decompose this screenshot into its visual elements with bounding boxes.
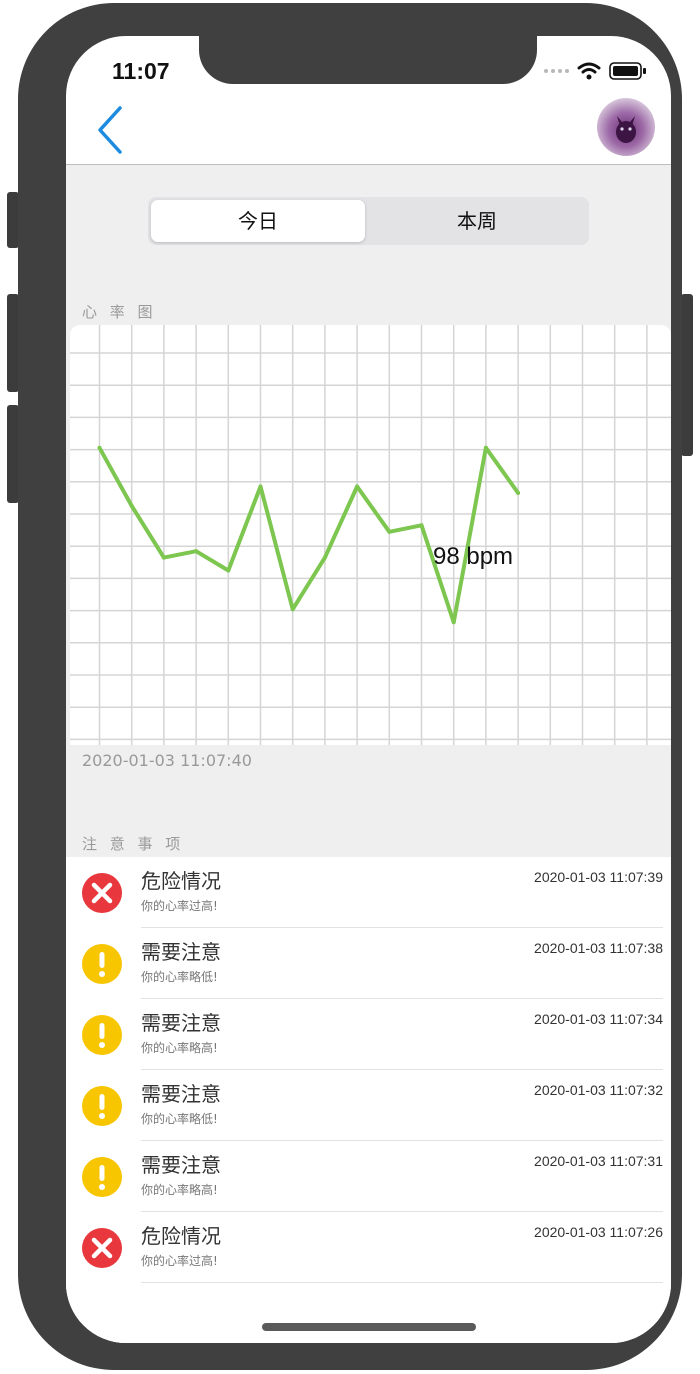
- data-point: [290, 607, 295, 612]
- signal-icon: [544, 69, 569, 73]
- heart-rate-line: [97, 445, 520, 625]
- main-content: 今日 本周 心 率 图 98 bpm 2020-01-03 11:07:40 注…: [66, 165, 671, 1343]
- status-time: 11:07: [112, 58, 170, 84]
- tab-week[interactable]: 本周: [368, 200, 586, 242]
- alert-list: 危险情况 你的心率过高! 2020-01-03 11:07:39 需要注意 你的…: [66, 857, 671, 1343]
- back-button[interactable]: [90, 102, 130, 156]
- alert-title: 需要注意: [141, 1082, 221, 1106]
- home-indicator[interactable]: [262, 1323, 476, 1331]
- alert-title: 需要注意: [141, 1011, 221, 1035]
- cat-avatar-icon: [616, 116, 636, 143]
- heart-rate-chart: 98 bpm: [70, 325, 671, 745]
- battery-icon: [609, 62, 646, 80]
- power-button: [681, 294, 693, 456]
- exclamation-circle-icon: [82, 1086, 122, 1126]
- avatar[interactable]: [597, 98, 655, 156]
- alert-description: 你的心率略低!: [141, 970, 218, 984]
- bpm-annotation: 98 bpm: [433, 543, 513, 570]
- alert-time: 2020-01-03 11:07:32: [534, 1082, 663, 1098]
- segmented-control: 今日 本周: [148, 197, 589, 245]
- exclamation-circle-icon: [82, 944, 122, 984]
- alert-description: 你的心率略高!: [141, 1183, 218, 1197]
- data-point: [129, 503, 134, 508]
- data-point: [226, 568, 231, 573]
- heart-rate-chart-svg: 98 bpm: [70, 325, 671, 745]
- exclamation-circle-icon: [82, 1015, 122, 1055]
- data-point: [322, 555, 327, 560]
- alert-time: 2020-01-03 11:07:39: [534, 869, 663, 885]
- alert-description: 你的心率略低!: [141, 1112, 218, 1126]
- notch: [199, 36, 537, 84]
- data-point: [355, 484, 360, 489]
- data-point: [387, 529, 392, 534]
- alert-time: 2020-01-03 11:07:26: [534, 1224, 663, 1240]
- x-circle-icon: [82, 1228, 122, 1268]
- alert-time: 2020-01-03 11:07:31: [534, 1153, 663, 1169]
- notes-section-title: 注 意 事 项: [82, 835, 185, 853]
- chevron-left-icon: [98, 106, 122, 154]
- alert-row[interactable]: 需要注意 你的心率略高! 2020-01-03 11:07:31: [66, 1141, 671, 1212]
- navigation-bar: [66, 96, 671, 165]
- data-point: [483, 445, 488, 450]
- data-point: [194, 549, 199, 554]
- alert-description: 你的心率过高!: [141, 899, 218, 913]
- tab-today[interactable]: 今日: [151, 200, 365, 242]
- data-point: [161, 555, 166, 560]
- alert-title: 需要注意: [141, 1153, 221, 1177]
- alert-row[interactable]: 需要注意 你的心率略高! 2020-01-03 11:07:34: [66, 999, 671, 1070]
- alert-description: 你的心率略高!: [141, 1041, 218, 1055]
- status-icons: [544, 62, 647, 80]
- phone-frame: 11:07 今日 本周 心 率 图 98 bpm 2020-01-03 11:0…: [18, 3, 682, 1370]
- alert-time: 2020-01-03 11:07:38: [534, 940, 663, 956]
- alert-title: 需要注意: [141, 940, 221, 964]
- alert-row[interactable]: 需要注意 你的心率略低! 2020-01-03 11:07:38: [66, 928, 671, 999]
- alert-title: 危险情况: [141, 869, 221, 893]
- data-point: [516, 491, 521, 495]
- chart-timestamp: 2020-01-03 11:07:40: [82, 751, 252, 770]
- alert-time: 2020-01-03 11:07:34: [534, 1011, 663, 1027]
- heart-rate-section-title: 心 率 图: [82, 303, 157, 321]
- data-point: [258, 484, 263, 489]
- data-point: [451, 620, 456, 625]
- alert-row[interactable]: 危险情况 你的心率过高! 2020-01-03 11:07:26: [66, 1212, 671, 1283]
- data-point: [97, 445, 102, 450]
- screen: 11:07 今日 本周 心 率 图 98 bpm 2020-01-03 11:0…: [66, 36, 671, 1343]
- exclamation-circle-icon: [82, 1157, 122, 1197]
- alert-row[interactable]: 危险情况 你的心率过高! 2020-01-03 11:07:39: [66, 857, 671, 928]
- divider: [141, 1282, 663, 1283]
- alert-row[interactable]: 需要注意 你的心率略低! 2020-01-03 11:07:32: [66, 1070, 671, 1141]
- alert-title: 危险情况: [141, 1224, 221, 1248]
- x-circle-icon: [82, 873, 122, 913]
- alert-description: 你的心率过高!: [141, 1254, 218, 1268]
- data-point: [419, 523, 424, 528]
- wifi-icon: [577, 62, 601, 80]
